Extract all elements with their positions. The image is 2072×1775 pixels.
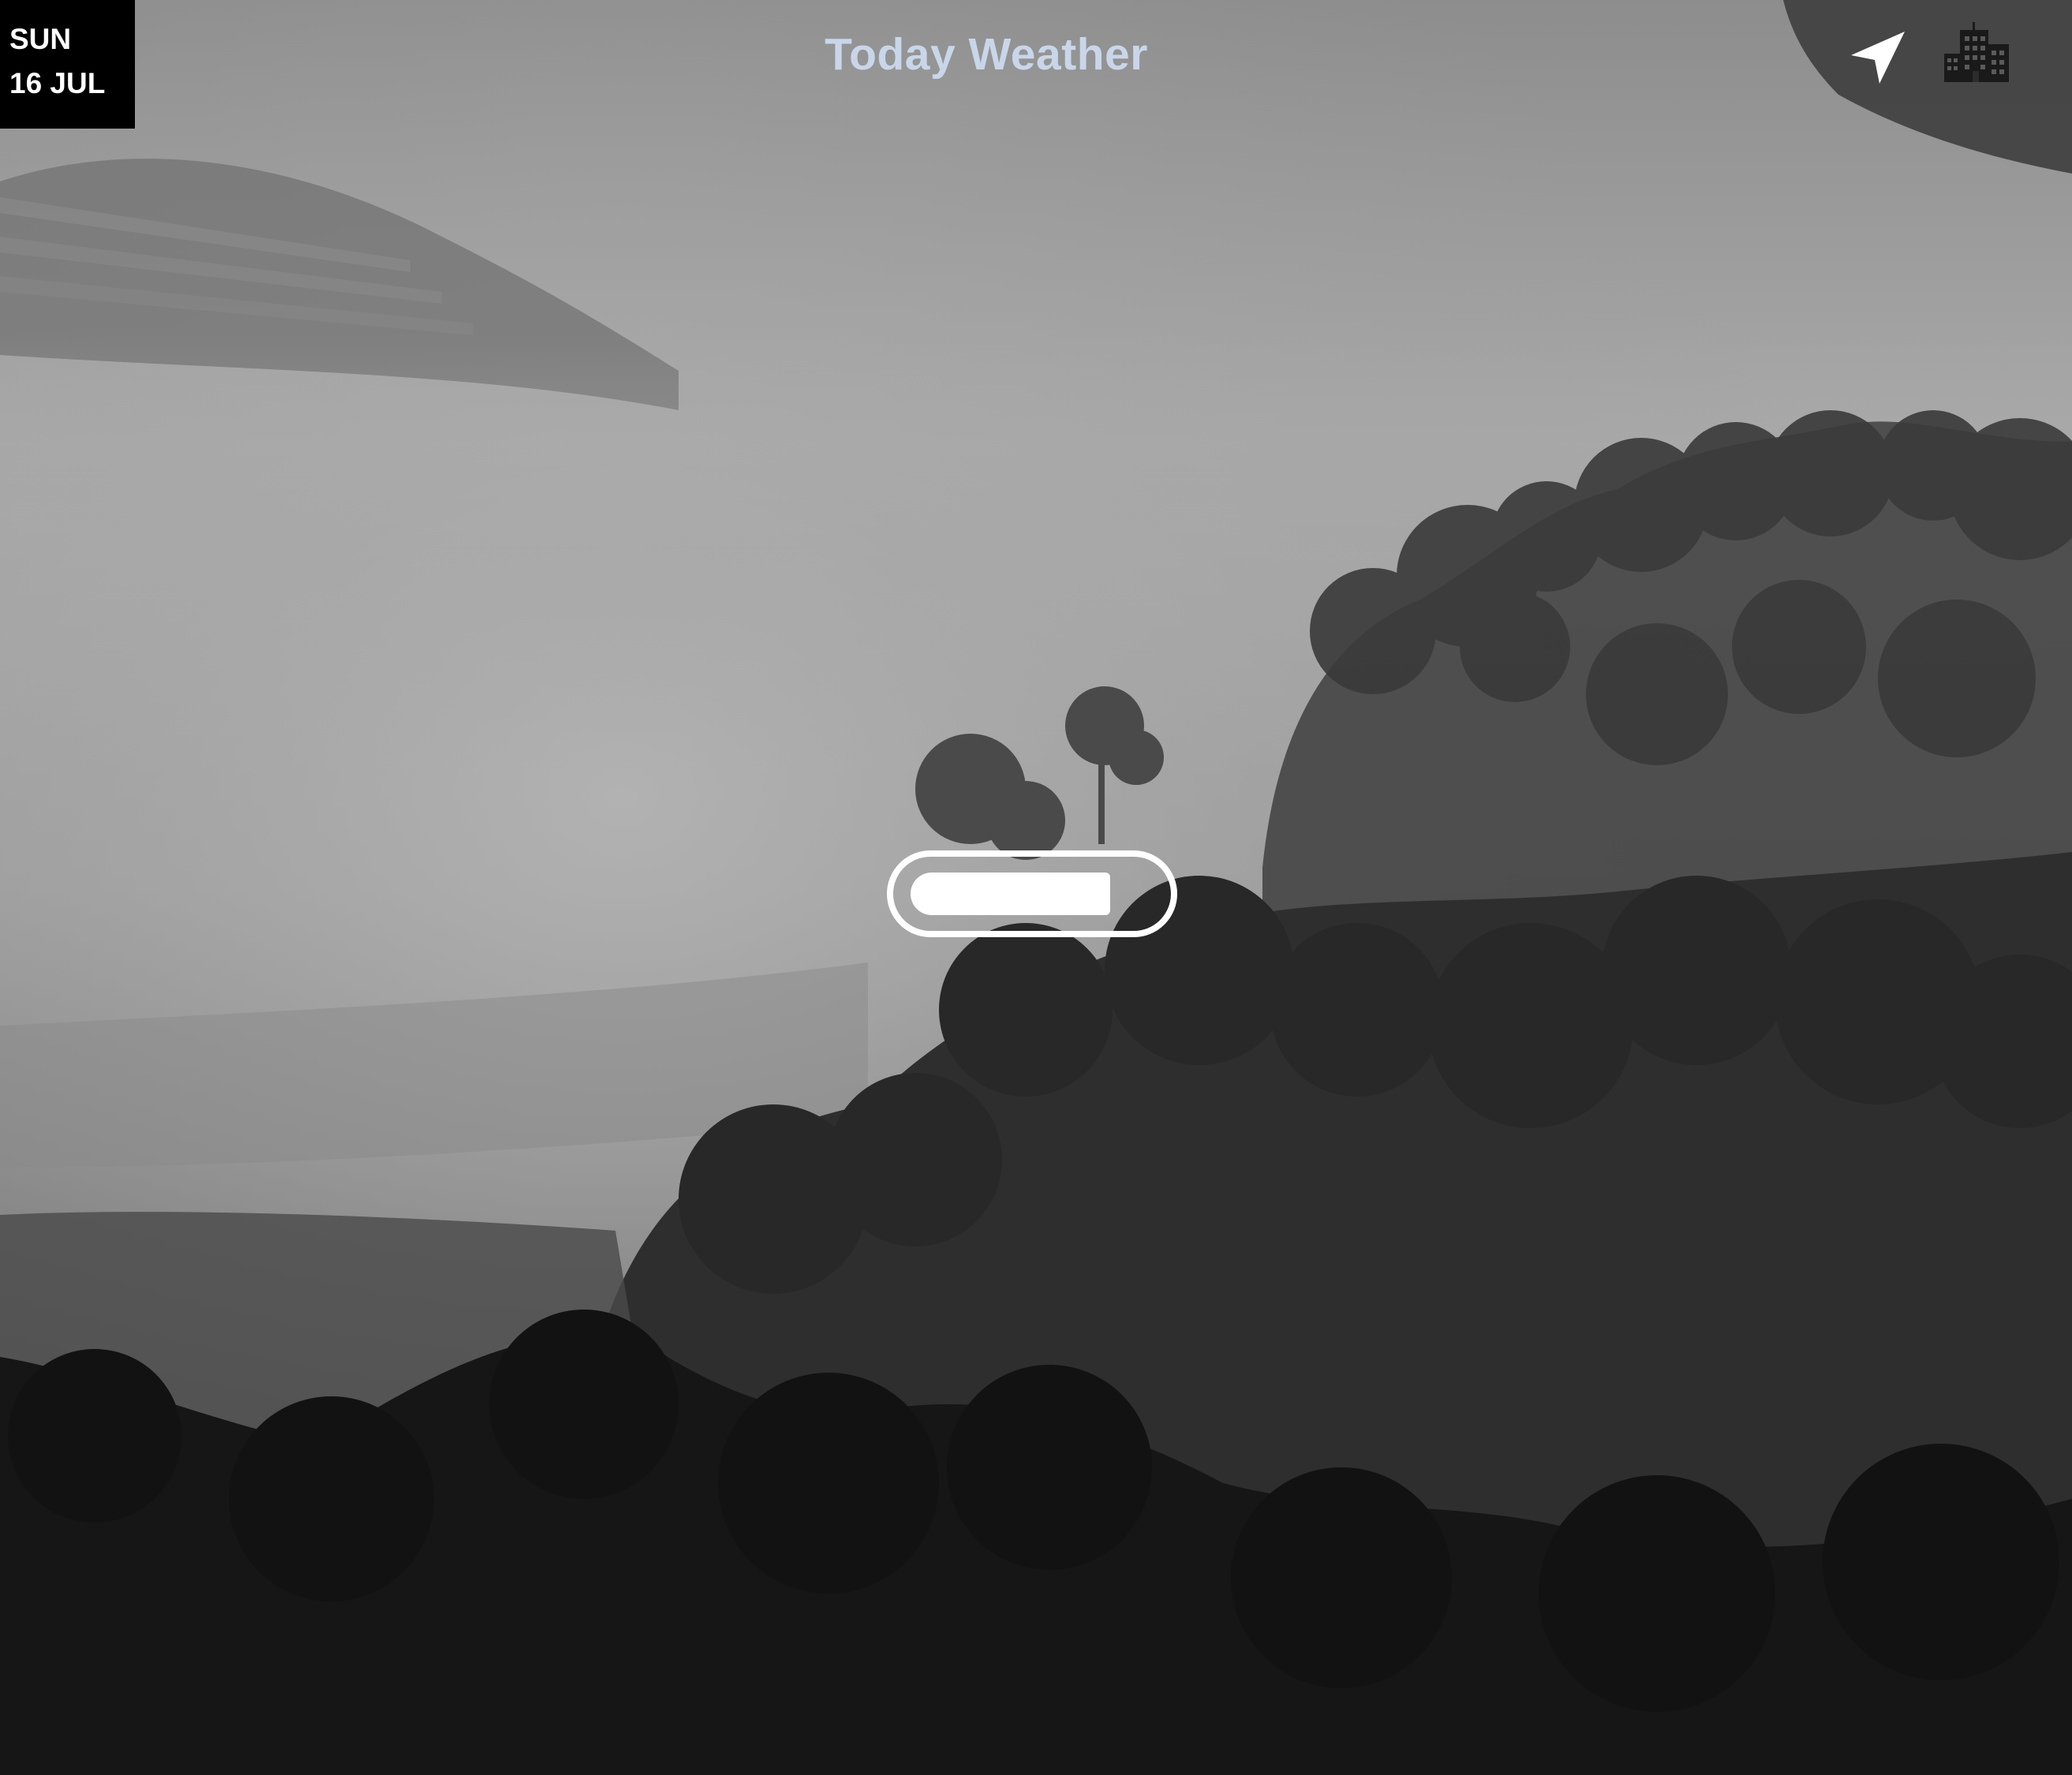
navigation-arrow-icon: [1851, 32, 1905, 84]
loading-progress-fill: [911, 873, 1110, 915]
location-button[interactable]: [1846, 28, 1909, 92]
weather-screen: SUN 16 JUL Today Weather: [0, 0, 2072, 1775]
loading-progress-bar: [887, 850, 1177, 937]
page-title: Today Weather: [825, 29, 1148, 80]
city-buildings-icon: [1944, 22, 2009, 82]
city-button[interactable]: [1943, 22, 2010, 84]
